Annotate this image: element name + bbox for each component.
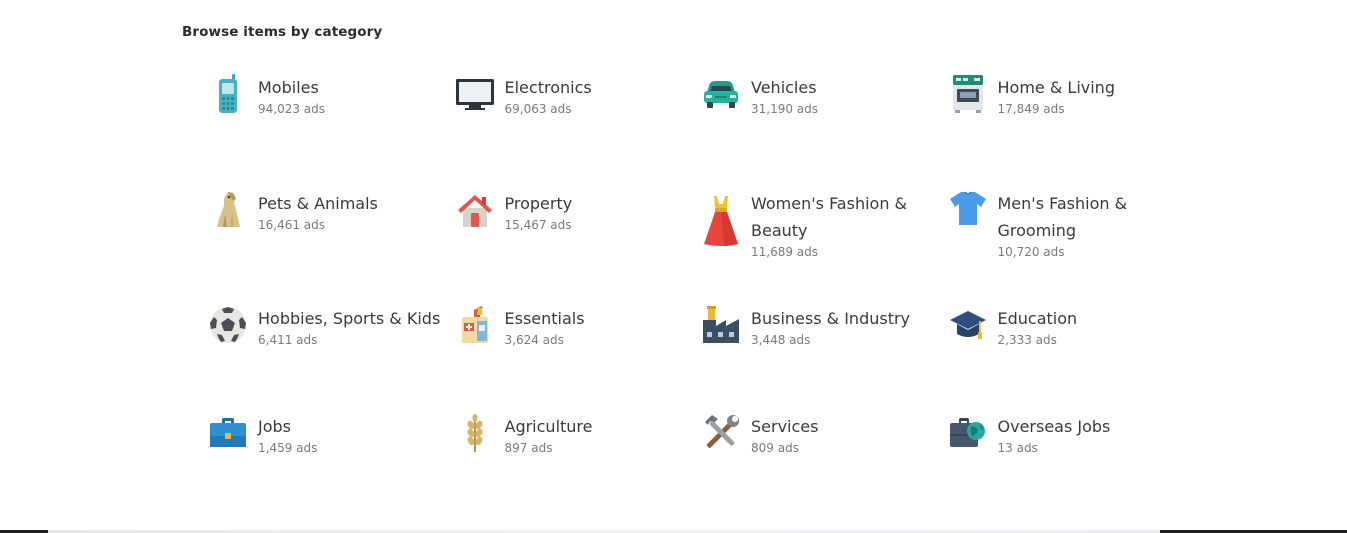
category-count: 31,190 ads	[751, 102, 819, 116]
category-name: Mobiles	[258, 78, 319, 97]
category-count: 3,624 ads	[504, 333, 564, 347]
category-pets-animals[interactable]: Pets & Animals 16,461 ads	[208, 190, 455, 305]
category-name: Men's Fashion & Grooming	[997, 194, 1128, 240]
category-count: 94,023 ads	[258, 102, 326, 116]
category-mobiles[interactable]: Mobiles 94,023 ads	[208, 74, 455, 190]
category-name: Jobs	[258, 417, 291, 436]
wheat-icon	[455, 413, 495, 453]
tshirt-icon	[948, 190, 988, 250]
category-count: 10,720 ads	[997, 245, 1065, 259]
category-agriculture[interactable]: Agriculture 897 ads	[455, 413, 702, 513]
category-womens-fashion[interactable]: Women's Fashion & Beauty 11,689 ads	[701, 190, 948, 305]
dress-icon	[701, 190, 741, 254]
category-essentials[interactable]: Essentials 3,624 ads	[455, 305, 702, 413]
category-name: Vehicles	[751, 78, 817, 97]
soccer-ball-icon	[208, 305, 248, 345]
category-count: 13 ads	[997, 441, 1038, 455]
tools-icon	[701, 413, 741, 453]
section-title: Browse items by category	[182, 24, 383, 40]
category-name: Overseas Jobs	[997, 417, 1111, 436]
category-property[interactable]: Property 15,467 ads	[455, 190, 702, 305]
category-name: Hobbies, Sports & Kids	[258, 309, 441, 328]
category-name: Pets & Animals	[258, 194, 378, 213]
category-electronics[interactable]: Electronics 69,063 ads	[455, 74, 702, 190]
category-business-industry[interactable]: Business & Industry 3,448 ads	[701, 305, 948, 413]
car-icon	[701, 74, 741, 114]
category-mens-fashion[interactable]: Men's Fashion & Grooming 10,720 ads	[948, 190, 1195, 305]
category-count: 6,411 ads	[258, 333, 318, 347]
tv-monitor-icon	[455, 74, 495, 114]
category-name: Education	[997, 309, 1078, 328]
category-home-living[interactable]: Home & Living 17,849 ads	[948, 74, 1195, 190]
category-name: Services	[751, 417, 819, 436]
factory-icon	[701, 305, 741, 345]
category-education[interactable]: Education 2,333 ads	[948, 305, 1195, 413]
graduation-cap-icon	[948, 305, 988, 345]
category-count: 15,467 ads	[504, 218, 572, 232]
category-services[interactable]: Services 809 ads	[701, 413, 948, 513]
house-icon	[455, 190, 495, 230]
category-jobs[interactable]: Jobs 1,459 ads	[208, 413, 455, 513]
dog-icon	[208, 190, 248, 230]
category-hobbies[interactable]: Hobbies, Sports & Kids 6,411 ads	[208, 305, 455, 413]
category-count: 1,459 ads	[258, 441, 318, 455]
mobile-phone-icon	[208, 74, 248, 114]
category-count: 69,063 ads	[504, 102, 572, 116]
category-overseas-jobs[interactable]: Overseas Jobs 13 ads	[948, 413, 1195, 513]
category-count: 2,333 ads	[997, 333, 1057, 347]
category-count: 897 ads	[504, 441, 553, 455]
category-vehicles[interactable]: Vehicles 31,190 ads	[701, 74, 948, 190]
category-name: Electronics	[504, 78, 592, 97]
category-count: 17,849 ads	[997, 102, 1065, 116]
category-name: Property	[504, 194, 573, 213]
category-count: 16,461 ads	[258, 218, 326, 232]
category-grid: Mobiles 94,023 ads Electronics 69,063 ad…	[208, 74, 1168, 513]
stove-icon	[948, 74, 988, 114]
category-browser: Browse items by category Mobiles 94,023 …	[0, 0, 1347, 533]
category-name: Home & Living	[997, 78, 1115, 97]
category-name: Business & Industry	[751, 309, 911, 328]
category-name: Women's Fashion & Beauty	[751, 194, 908, 240]
category-name: Agriculture	[504, 417, 593, 436]
category-name: Essentials	[504, 309, 585, 328]
category-count: 3,448 ads	[751, 333, 811, 347]
briefcase-icon	[208, 413, 248, 453]
category-count: 809 ads	[751, 441, 799, 455]
globe-briefcase-icon	[948, 413, 988, 453]
category-count: 11,689 ads	[751, 245, 819, 259]
grocery-bag-icon	[455, 305, 495, 345]
